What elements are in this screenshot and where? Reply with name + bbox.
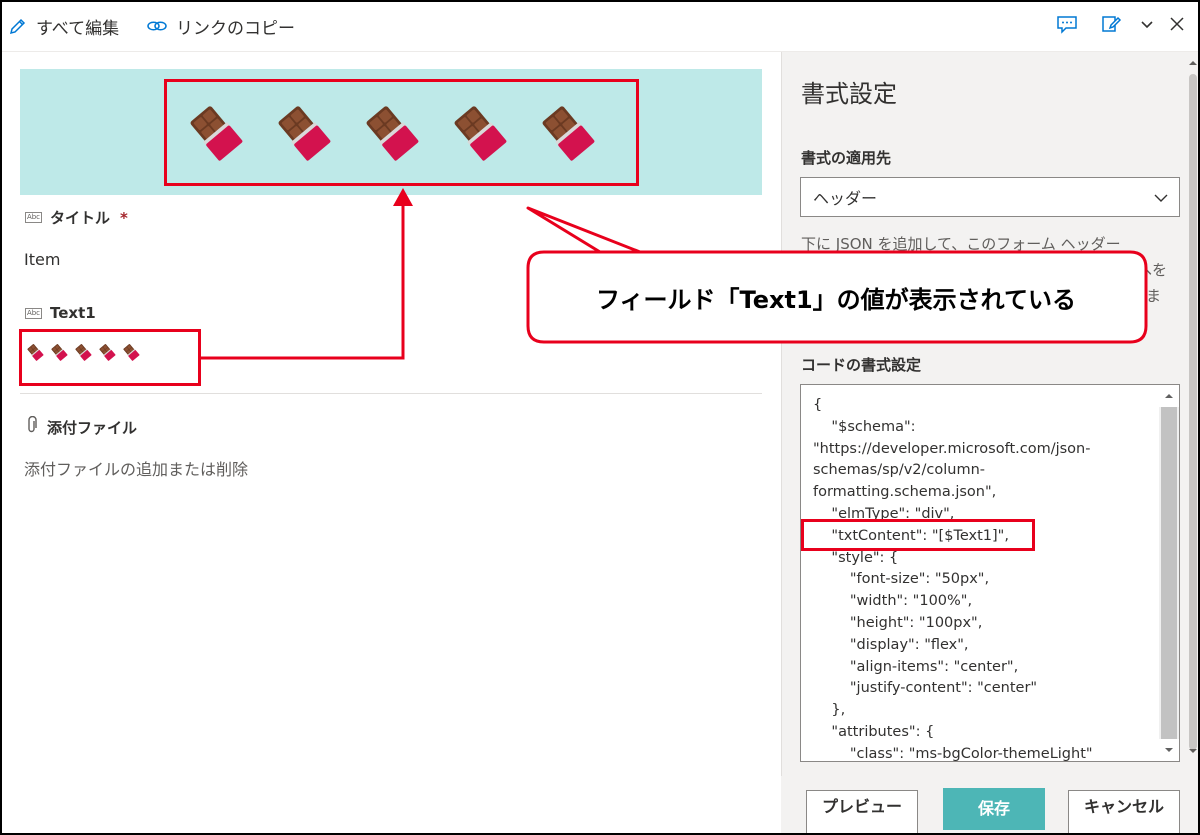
annotation-callout-text: フィールド「Text1」の値が表示されている [596,285,1076,314]
annotation-arrows [201,188,1148,360]
